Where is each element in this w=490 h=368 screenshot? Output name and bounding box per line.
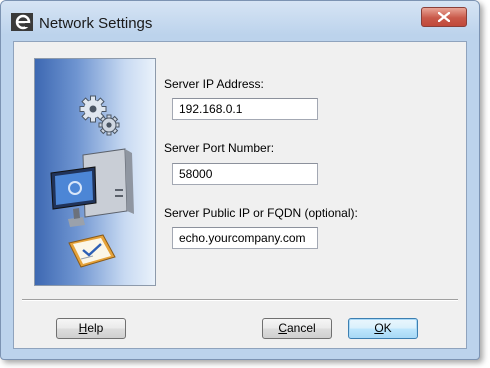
help-label-rest: elp xyxy=(87,321,104,335)
close-button[interactable] xyxy=(421,7,467,27)
separator xyxy=(22,299,458,301)
server-port-field[interactable] xyxy=(172,163,318,185)
dialog-client-area: Server IP Address: Server Port Number: S… xyxy=(13,41,467,349)
gears-icon xyxy=(79,95,120,136)
app-icon xyxy=(11,13,33,31)
cancel-button[interactable]: Cancel xyxy=(262,318,332,339)
title-bar[interactable]: Network Settings xyxy=(1,1,479,35)
computer-icon xyxy=(50,148,134,227)
window-title: Network Settings xyxy=(39,15,153,32)
clipboard-check-icon xyxy=(68,234,116,268)
server-public-address-label: Server Public IP or FQDN (optional): xyxy=(164,206,358,220)
help-button[interactable]: Help xyxy=(56,318,126,339)
close-icon xyxy=(438,12,450,22)
server-ip-field[interactable] xyxy=(172,98,318,120)
ok-button[interactable]: OK xyxy=(348,318,418,339)
illustration-panel xyxy=(34,58,156,286)
cancel-accelerator: C xyxy=(278,321,287,335)
ok-accelerator: O xyxy=(374,321,384,335)
server-public-address-field[interactable] xyxy=(172,227,318,249)
ok-label-rest: K xyxy=(383,321,392,335)
cancel-label-rest: ancel xyxy=(286,321,316,335)
server-ip-label: Server IP Address: xyxy=(164,77,264,91)
server-port-label: Server Port Number: xyxy=(164,141,275,155)
network-settings-window: Network Settings Server IP Address: 192.… xyxy=(0,0,480,360)
